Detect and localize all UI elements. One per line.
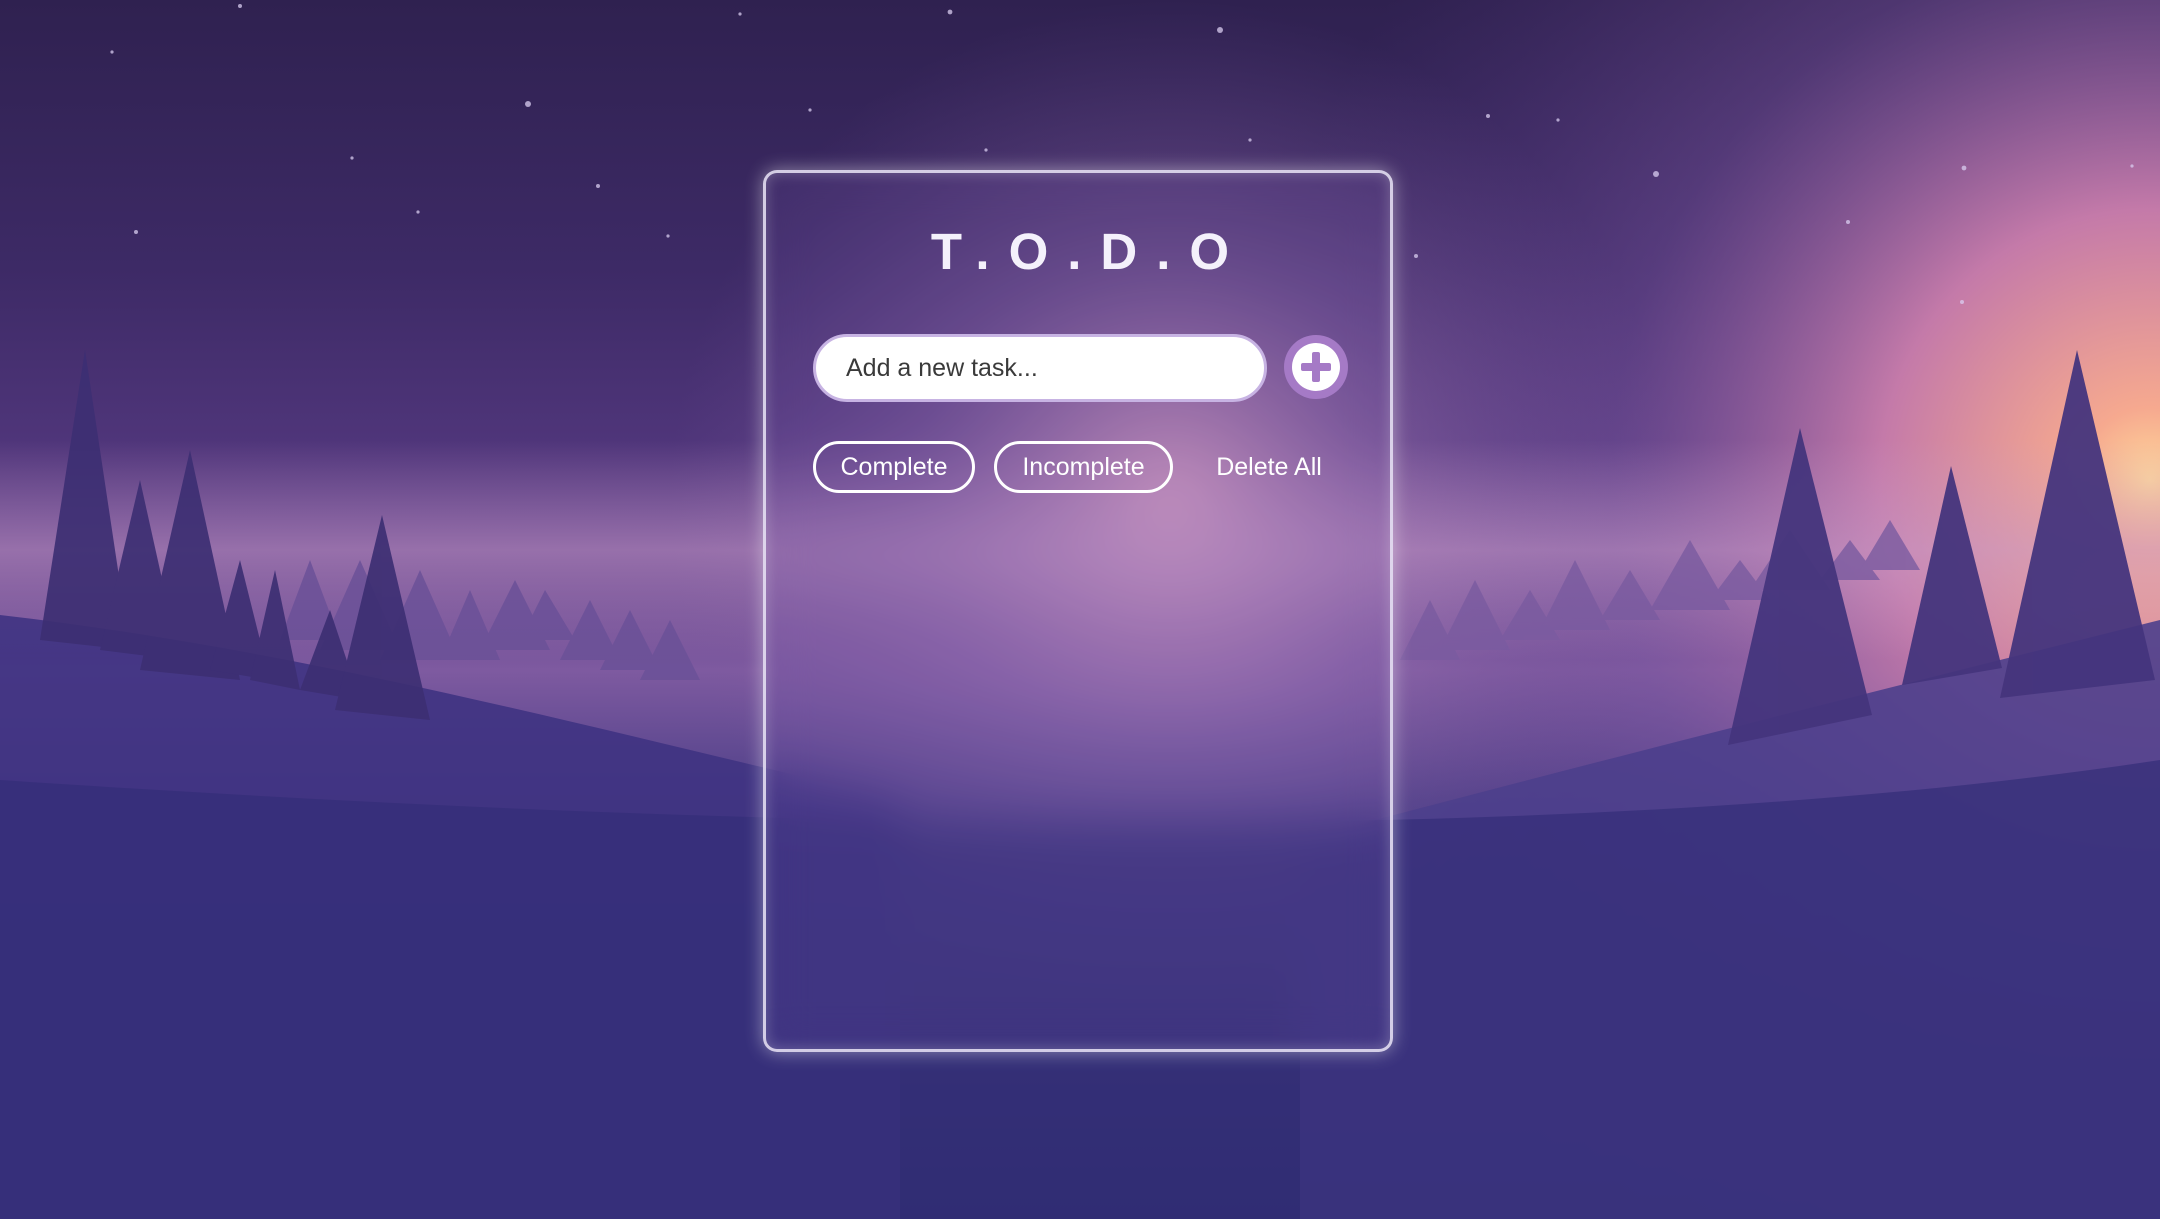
filter-complete-button[interactable]: Complete bbox=[813, 441, 975, 493]
filter-incomplete-button[interactable]: Incomplete bbox=[994, 441, 1173, 493]
app-title: T.O.D.O bbox=[930, 223, 1249, 280]
new-task-input[interactable] bbox=[813, 334, 1267, 402]
todo-card bbox=[763, 170, 1393, 1052]
plus-icon bbox=[1292, 343, 1340, 391]
delete-all-button[interactable]: Delete All bbox=[1196, 441, 1342, 493]
add-task-button[interactable] bbox=[1284, 335, 1348, 399]
